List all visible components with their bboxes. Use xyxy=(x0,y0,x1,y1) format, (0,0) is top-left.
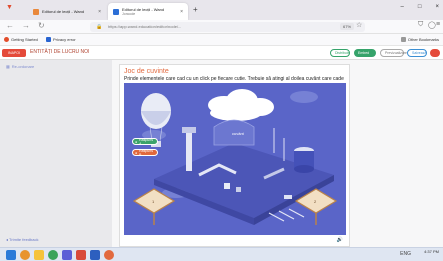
scene-illustration xyxy=(124,83,346,235)
reorder-label: Re-ordonare xyxy=(11,64,35,69)
page-title: ENTITĂȚI DE LUCRU NOI xyxy=(30,49,90,55)
window-controls: – □ × xyxy=(401,4,439,10)
powerpoint-icon[interactable] xyxy=(76,250,86,260)
game-footer: 🔊 xyxy=(120,236,349,246)
tray-language[interactable]: ENG xyxy=(400,251,411,257)
cross-icon: ● xyxy=(135,150,138,155)
feedback-label: Trimite feedback xyxy=(9,237,39,242)
game-instructions: Prinde elementele care cad cu un click p… xyxy=(124,76,344,82)
reorder-button[interactable]: ▦ Re-ordonare xyxy=(6,64,34,69)
maximize-icon[interactable]: □ xyxy=(418,4,422,10)
bookmark-getting-started[interactable]: Getting Started xyxy=(4,37,38,42)
save-button[interactable]: Salvează xyxy=(407,49,427,57)
close-tab-icon[interactable]: × xyxy=(180,9,183,15)
answer-b-label: Răspuns B xyxy=(139,148,153,157)
other-bookmarks-label: Other Bookmarks xyxy=(407,37,439,42)
browser-nav-bar: ← → ↻ 🔒 https://app.wand.education/edito… xyxy=(0,20,443,34)
app-header: INAPOI ENTITĂȚI DE LUCRU NOI Distribuie … xyxy=(0,46,443,60)
clock[interactable]: 4:37 PM xyxy=(424,249,439,254)
preview-label: Previzualizare xyxy=(385,51,407,55)
back-button-label: INAPOI xyxy=(8,51,20,55)
bookmark-label: Privacy error xyxy=(53,37,76,42)
side-panel: ▦ Re-ordonare ◂ Trimite feedback xyxy=(0,60,112,247)
tab-favicon xyxy=(113,8,119,15)
bookmarks-bar: Getting Started Privacy error Other Book… xyxy=(0,34,443,46)
url-text: https://app.wand.education/editor/node/.… xyxy=(108,24,182,29)
shield-icon[interactable]: ⛉ xyxy=(418,21,423,29)
browser-tab-2[interactable]: Editorul de lecții - Wand Joncode × xyxy=(108,3,188,20)
game-card: Joc de cuvinte Prinde elementele care ca… xyxy=(119,64,350,247)
tab-favicon xyxy=(33,8,39,15)
close-tab-icon[interactable]: × xyxy=(98,9,101,15)
grid-icon: ▦ xyxy=(6,64,10,69)
taskbar: ENG 4:37 PM xyxy=(0,247,443,261)
bubble-word: cuvânt xyxy=(232,131,244,136)
check-icon: ● xyxy=(135,139,138,144)
bookmark-star-icon[interactable]: ☆ xyxy=(356,21,362,29)
back-button[interactable]: INAPOI xyxy=(2,49,26,57)
tab-label: Editorul de lecții - Wand xyxy=(42,9,85,14)
firefox-icon xyxy=(4,37,9,42)
embed-label: Embed xyxy=(358,51,370,55)
speaker-icon[interactable]: 🔊 xyxy=(337,237,343,243)
share-button[interactable]: Distribuie xyxy=(330,49,350,57)
tab-sublabel: Joncode xyxy=(122,11,136,16)
browser-tab-1[interactable]: Editorul de lecții - Wand × xyxy=(28,3,106,20)
answer-chip-a[interactable]: ● Răspuns A xyxy=(132,137,158,146)
red-action-button[interactable] xyxy=(430,49,440,57)
chrome-icon[interactable] xyxy=(48,250,58,260)
tab-list-icon[interactable]: ▼ xyxy=(6,4,18,16)
other-bookmarks[interactable]: Other Bookmarks xyxy=(400,37,439,42)
word-icon[interactable] xyxy=(90,250,100,260)
embed-button[interactable]: Embed xyxy=(354,49,376,57)
address-bar[interactable]: 🔒 https://app.wand.education/editor/node… xyxy=(90,22,365,32)
bookmark-privacy-error[interactable]: Privacy error xyxy=(46,37,76,42)
reload-icon[interactable]: ↻ xyxy=(38,21,45,30)
preview-button[interactable]: Previzualizare xyxy=(380,49,407,57)
bookmark-label: Getting Started xyxy=(11,37,38,42)
new-tab-button[interactable]: + xyxy=(193,5,198,14)
sign-right-text: 2 xyxy=(314,199,317,204)
game-title: Joc de cuvinte xyxy=(124,68,169,75)
teams-icon[interactable] xyxy=(62,250,72,260)
answer-chip-b[interactable]: ● Răspuns B xyxy=(132,148,158,157)
sign-left-text: 1 xyxy=(152,199,155,204)
close-window-icon[interactable]: × xyxy=(435,4,439,10)
firefox-icon[interactable] xyxy=(20,250,30,260)
profile-icon[interactable]: ◯ xyxy=(428,21,436,29)
start-icon[interactable] xyxy=(6,250,16,260)
minimize-icon[interactable]: – xyxy=(401,4,404,10)
game-scene[interactable]: ● Răspuns A ● Răspuns B cuvânt 1 2 xyxy=(124,83,346,235)
back-arrow-icon[interactable]: ← xyxy=(6,21,14,30)
answer-a-label: Răspuns A xyxy=(139,137,153,146)
folder-icon[interactable] xyxy=(34,250,44,260)
page-icon xyxy=(46,37,51,42)
feedback-link[interactable]: ◂ Trimite feedback xyxy=(6,237,38,242)
app-icon[interactable] xyxy=(104,250,114,260)
lock-icon: 🔒 xyxy=(96,24,103,30)
share-label: Distribuie xyxy=(335,51,350,55)
save-label: Salvează xyxy=(412,51,427,55)
folder-icon xyxy=(400,37,406,42)
forward-arrow-icon[interactable]: → xyxy=(22,21,30,30)
browser-tab-bar: ▼ Editorul de lecții - Wand × Editorul d… xyxy=(0,0,443,20)
zoom-level[interactable]: 67% xyxy=(340,23,355,30)
menu-icon[interactable]: ≡ xyxy=(436,21,440,28)
clock-time: 4:37 PM xyxy=(424,249,439,254)
